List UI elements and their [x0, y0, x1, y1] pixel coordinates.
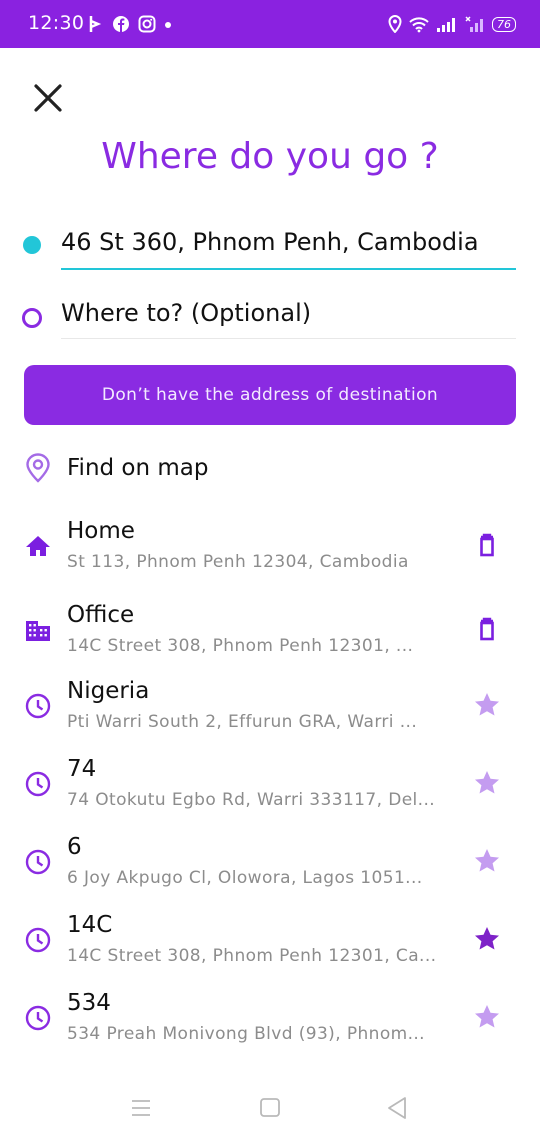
star-filled-icon[interactable] — [472, 924, 502, 954]
close-icon[interactable] — [30, 80, 66, 116]
status-bar: 12:30 76 — [0, 0, 540, 48]
battery-indicator: 76 — [492, 16, 516, 32]
no-destination-address-button[interactable]: Don’t have the address of destination — [24, 365, 516, 425]
place-address: 14C Street 308, Phnom Penh 12301, ... — [67, 636, 414, 656]
notification-icons — [88, 14, 172, 34]
location-icon — [388, 15, 402, 33]
star-icon[interactable] — [472, 768, 502, 798]
place-address: 14C Street 308, Phnom Penh 12301, Ca... — [67, 946, 437, 966]
clock-icon — [25, 1005, 51, 1031]
bolt-app-icon — [89, 16, 102, 32]
place-address: St 113, Phnom Penh 12304, Cambodia — [67, 552, 409, 572]
delete-icon[interactable] — [472, 530, 502, 560]
place-address: 6 Joy Akpugo Cl, Olowora, Lagos 1051... — [67, 868, 423, 888]
signal-2-icon — [465, 16, 483, 32]
building-icon — [26, 621, 50, 641]
star-icon[interactable] — [472, 690, 502, 720]
destination-field[interactable]: Where to? (Optional) — [61, 298, 516, 339]
place-name: Home — [67, 518, 135, 544]
back-nav-icon[interactable] — [386, 1096, 408, 1120]
recent-place[interactable]: 74 74 Otokutu Egbo Rd, Warri 333117, Del… — [24, 756, 516, 826]
find-on-map-item[interactable]: Find on map — [24, 450, 209, 486]
star-icon[interactable] — [472, 1002, 502, 1032]
dot-icon — [165, 22, 171, 28]
recent-place[interactable]: Nigeria Pti Warri South 2, Effurun GRA, … — [24, 678, 516, 748]
origin-field[interactable]: 46 St 360, Phnom Penh, Cambodia — [61, 226, 516, 270]
home-icon — [26, 536, 50, 556]
clock-icon — [25, 771, 51, 797]
clock-icon — [25, 693, 51, 719]
place-address: 534 Preah Monivong Blvd (93), Phnom... — [67, 1024, 425, 1044]
wifi-icon — [409, 17, 429, 33]
saved-place-office[interactable]: Office 14C Street 308, Phnom Penh 12301,… — [24, 602, 516, 672]
place-address: Pti Warri South 2, Effurun GRA, Warri ..… — [67, 712, 418, 732]
recent-place[interactable]: 14C 14C Street 308, Phnom Penh 12301, Ca… — [24, 912, 516, 982]
page-title: Where do you go ? — [101, 136, 439, 177]
system-nav-bar — [0, 1070, 540, 1140]
place-name: 14C — [67, 912, 113, 938]
destination-dot-icon — [22, 308, 42, 328]
saved-place-home[interactable]: Home St 113, Phnom Penh 12304, Cambodia — [24, 518, 516, 588]
place-name: Office — [67, 602, 135, 628]
system-icons: 76 — [388, 14, 516, 34]
recent-apps-icon[interactable] — [130, 1098, 152, 1118]
delete-icon[interactable] — [472, 614, 502, 644]
recent-place[interactable]: 534 534 Preah Monivong Blvd (93), Phnom.… — [24, 990, 516, 1060]
origin-dot-icon — [23, 236, 41, 254]
map-pin-icon — [26, 453, 50, 483]
place-name: 534 — [67, 990, 111, 1016]
facebook-icon — [113, 16, 129, 32]
instagram-icon — [138, 15, 156, 33]
recent-place[interactable]: 6 6 Joy Akpugo Cl, Olowora, Lagos 1051..… — [24, 834, 516, 904]
star-icon[interactable] — [472, 846, 502, 876]
place-name: Nigeria — [67, 678, 150, 704]
clock-icon — [25, 927, 51, 953]
signal-icon — [437, 18, 455, 32]
place-name: 6 — [67, 834, 82, 860]
clock-icon — [25, 849, 51, 875]
home-nav-icon[interactable] — [259, 1098, 281, 1118]
place-address: 74 Otokutu Egbo Rd, Warri 333117, Del... — [67, 790, 436, 810]
place-name: 74 — [67, 756, 97, 782]
status-time: 12:30 — [28, 12, 85, 34]
find-on-map-label: Find on map — [67, 455, 209, 481]
